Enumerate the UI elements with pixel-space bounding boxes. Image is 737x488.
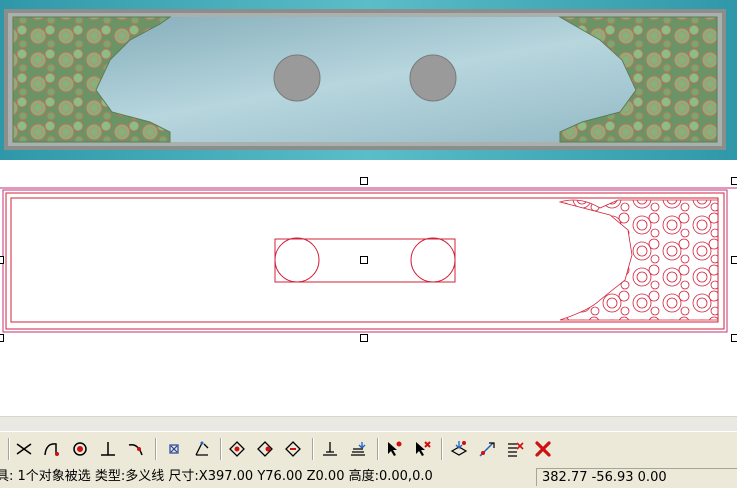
- snap-toolbar: [0, 431, 737, 467]
- layer-transform-icon[interactable]: [447, 437, 471, 461]
- node-select-icon[interactable]: [382, 437, 406, 461]
- canvas-bottom-strip: [0, 416, 737, 431]
- toolbar-separator: [155, 438, 157, 460]
- selection-handle-right-middle[interactable]: [731, 256, 737, 264]
- toolbar-separator: [312, 438, 314, 460]
- snap-intersection-icon[interactable]: [12, 437, 36, 461]
- vector-canvas-svg: [0, 187, 737, 333]
- toolbar-separator: [220, 438, 222, 460]
- snap-angle-icon[interactable]: [190, 437, 214, 461]
- align-stack-icon[interactable]: [346, 437, 370, 461]
- align-bottom-icon[interactable]: [318, 437, 342, 461]
- selection-handle-top[interactable]: [360, 177, 368, 185]
- diamond-op-2-icon[interactable]: [253, 437, 277, 461]
- path-edit-icon[interactable]: [475, 437, 499, 461]
- toolbar-separator: [441, 438, 443, 460]
- diamond-op-3-icon[interactable]: [281, 437, 305, 461]
- selection-handle-left-bottom[interactable]: [0, 334, 4, 342]
- selection-handle-right-top[interactable]: [731, 177, 737, 185]
- delete-icon[interactable]: [531, 437, 555, 461]
- diamond-op-1-icon[interactable]: [225, 437, 249, 461]
- relief-render-svg: [0, 0, 737, 160]
- status-bar: 具: 1个对象被选 类型:多义线 尺寸:X397.00 Y76.00 Z0.00…: [0, 466, 737, 488]
- snap-perpendicular-icon[interactable]: [96, 437, 120, 461]
- node-delete-icon[interactable]: [410, 437, 434, 461]
- status-cursor-coordinates: 382.77 -56.93 0.00: [536, 468, 737, 486]
- toolbar-separator: [377, 438, 379, 460]
- relief-3d-preview[interactable]: [0, 0, 737, 160]
- snap-nearest-curve-icon[interactable]: [124, 437, 148, 461]
- selection-handle-bottom[interactable]: [360, 334, 368, 342]
- selection-handle-left-middle[interactable]: [0, 256, 4, 264]
- selection-handle-right-bottom[interactable]: [731, 334, 737, 342]
- snap-grid-point-icon[interactable]: [162, 437, 186, 461]
- snap-tangent-arc-icon[interactable]: [40, 437, 64, 461]
- vector-canvas[interactable]: [0, 160, 737, 416]
- status-selection-info: 具: 1个对象被选 类型:多义线 尺寸:X397.00 Y76.00 Z0.00…: [0, 469, 433, 484]
- selection-handle-center[interactable]: [360, 256, 368, 264]
- list-edit-icon[interactable]: [503, 437, 527, 461]
- snap-circle-icon[interactable]: [68, 437, 92, 461]
- toolbar-separator: [8, 438, 10, 460]
